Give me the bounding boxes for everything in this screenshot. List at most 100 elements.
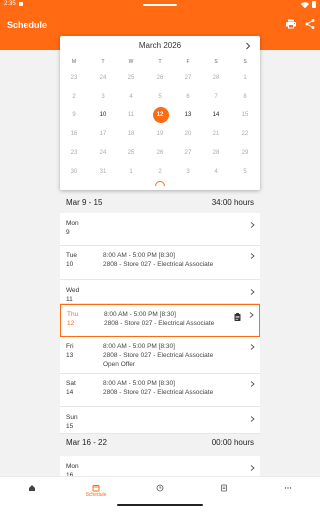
nav-item-timecard[interactable] — [204, 480, 244, 504]
day-row[interactable]: Wed 11 — [60, 280, 260, 304]
calendar-day[interactable]: 20 — [174, 127, 202, 141]
calendar-day[interactable]: 26 — [146, 71, 174, 85]
timecard-icon — [221, 484, 227, 492]
calendar-day[interactable]: 14 — [202, 108, 230, 122]
day-row[interactable]: Sat 14 8:00 AM - 5:00 PM [8:30] 2808 - Stor… — [60, 374, 260, 407]
calendar-day[interactable]: 5 — [231, 165, 259, 179]
share-icon[interactable] — [304, 18, 316, 30]
day-number: 10 — [66, 261, 74, 268]
shift-detail: 8:00 AM - 5:00 PM [8:30] — [103, 343, 175, 350]
day-number: 12 — [67, 320, 75, 327]
nav-item-calendar[interactable]: Schedule — [76, 480, 116, 504]
calendar-day[interactable]: 7 — [202, 90, 230, 104]
calendar-day[interactable]: 27 — [174, 146, 202, 160]
notification-icon — [19, 2, 23, 6]
calendar-day[interactable]: 2 — [60, 90, 88, 104]
nav-label: Schedule — [85, 492, 107, 498]
calendar-day[interactable]: 25 — [117, 146, 145, 160]
chevron-right-icon[interactable] — [248, 343, 256, 351]
calendar-day[interactable]: 28 — [202, 71, 230, 85]
chevron-right-icon[interactable] — [248, 221, 256, 229]
calendar-day[interactable]: 2 — [146, 165, 174, 179]
weekday-header: T — [101, 59, 105, 65]
day-name: Mon — [66, 220, 79, 227]
calendar-day[interactable]: 24 — [89, 71, 117, 85]
chevron-right-icon[interactable] — [248, 288, 256, 296]
chevron-right-icon[interactable] — [248, 252, 256, 260]
calendar-day[interactable]: 26 — [146, 146, 174, 160]
chevron-right-icon[interactable] — [248, 415, 256, 423]
day-name: Tue — [66, 252, 77, 259]
calendar-day[interactable]: 17 — [89, 127, 117, 141]
status-time: 2:35 — [4, 1, 16, 7]
clipboard-icon[interactable] — [234, 313, 241, 321]
calendar-day[interactable]: 1 — [231, 71, 259, 85]
day-number: 11 — [66, 296, 73, 303]
calendar-day[interactable]: 23 — [60, 146, 88, 160]
calendar-day[interactable]: 15 — [231, 108, 259, 122]
calendar-day[interactable]: 5 — [146, 90, 174, 104]
calendar-day[interactable]: 27 — [174, 71, 202, 85]
calendar-day[interactable]: 3 — [89, 90, 117, 104]
shift-detail: 8:00 AM - 5:00 PM [8:30] — [103, 380, 175, 387]
day-row[interactable]: Sun 15 — [60, 407, 260, 434]
home-indicator — [117, 504, 203, 506]
day-name: Wed — [66, 287, 80, 294]
nav-item-home[interactable] — [12, 480, 52, 504]
day-name: Fri — [66, 343, 74, 350]
weekday-header: M — [71, 59, 77, 65]
calendar-day[interactable]: 18 — [117, 127, 145, 141]
calendar-day[interactable]: 16 — [60, 127, 88, 141]
chevron-right-icon[interactable] — [247, 311, 255, 319]
day-row[interactable]: Thu 12 8:00 AM - 5:00 PM [8:30] 2808 - Stor… — [60, 304, 260, 337]
weekday-header: S — [243, 59, 247, 65]
calendar-day[interactable]: 13 — [174, 108, 202, 122]
chevron-right-icon[interactable] — [248, 464, 256, 472]
day-number: 13 — [66, 352, 74, 359]
day-row[interactable]: Mon16 — [60, 456, 260, 479]
day-number: 15 — [66, 423, 74, 430]
day-row[interactable]: Mon 9 — [60, 213, 260, 246]
calendar-day[interactable]: 8 — [231, 90, 259, 104]
weekday-header: F — [186, 59, 190, 65]
calendar-day[interactable]: 28 — [202, 146, 230, 160]
nav-item-more[interactable] — [268, 480, 308, 504]
week-range: Mar 9 - 15 — [66, 198, 103, 207]
chevron-right-icon[interactable] — [243, 41, 253, 51]
chevron-right-icon[interactable] — [248, 380, 256, 388]
shift-detail: 2808 - Store 027 - Electrical Associate — [103, 389, 214, 396]
calendar-day[interactable]: 21 — [202, 127, 230, 141]
nav-item-clock[interactable] — [140, 480, 180, 504]
print-icon[interactable] — [285, 18, 297, 30]
status-bar: 2:35 — [0, 0, 320, 10]
more-icon — [284, 487, 292, 489]
calendar-day[interactable]: 19 — [146, 127, 174, 141]
page-title: Schedule — [7, 20, 48, 30]
calendar-day[interactable]: 4 — [117, 90, 145, 104]
weekday-header: S — [214, 59, 218, 65]
wifi-icon — [300, 0, 310, 9]
day-name: Sun — [66, 414, 78, 421]
day-row[interactable]: Tue 10 8:00 AM - 5:00 PM [8:30] 2808 - Stor… — [60, 246, 260, 280]
shift-detail: 2808 - Store 027 - Electrical Associate — [103, 261, 214, 268]
calendar-day[interactable]: 29 — [231, 146, 259, 160]
calendar-day[interactable]: 6 — [174, 90, 202, 104]
calendar-day[interactable]: 23 — [60, 71, 88, 85]
calendar-day[interactable]: 22 — [231, 127, 259, 141]
calendar-collapse-handle[interactable] — [155, 181, 165, 186]
calendar-day-selected[interactable]: 12 — [146, 107, 174, 123]
calendar-day[interactable]: 25 — [117, 71, 145, 85]
calendar-day[interactable]: 3 — [174, 165, 202, 179]
calendar-day[interactable]: 10 — [89, 108, 117, 122]
drag-handle[interactable] — [143, 4, 177, 6]
calendar-day[interactable]: 9 — [60, 108, 88, 122]
month-calendar: March 2026 MTWTFSS 23 24 25 26 27 28 1 2 3 4 5 6 7 8 9… — [60, 36, 260, 190]
calendar-day[interactable]: 31 — [89, 165, 117, 179]
calendar-day[interactable]: 30 — [60, 165, 88, 179]
calendar-day[interactable]: 24 — [89, 146, 117, 160]
calendar-day[interactable]: 4 — [202, 165, 230, 179]
battery-icon — [312, 1, 316, 8]
calendar-day[interactable]: 11 — [117, 108, 145, 122]
calendar-day[interactable]: 1 — [117, 165, 145, 179]
day-row[interactable]: Fri 13 8:00 AM - 5:00 PM [8:30] 2808 - Stor… — [60, 337, 260, 374]
